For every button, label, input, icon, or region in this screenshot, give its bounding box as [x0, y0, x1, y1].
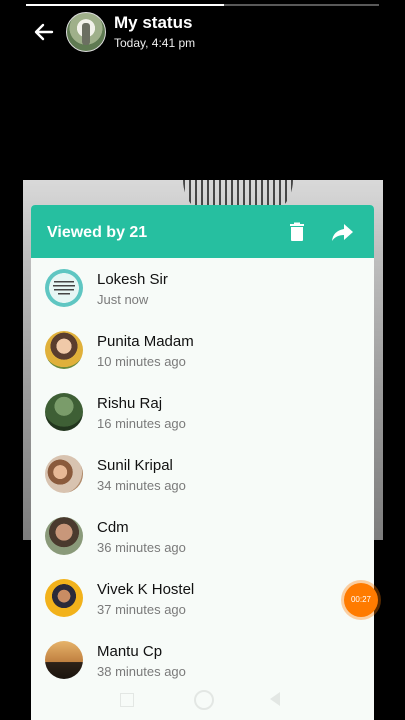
status-progress-bar	[26, 4, 379, 6]
viewer-time: Just now	[97, 292, 149, 307]
viewer-time: 34 minutes ago	[97, 478, 186, 493]
viewer-avatar	[45, 269, 83, 307]
share-forward-icon	[332, 224, 353, 241]
viewer-avatar	[45, 455, 83, 493]
screen-record-timer[interactable]: 00:27	[344, 583, 378, 617]
viewer-time: 36 minutes ago	[97, 540, 186, 555]
list-item[interactable]: Punita Madam 10 minutes ago	[31, 320, 374, 382]
viewer-name: Rishu Raj	[97, 395, 163, 412]
viewer-avatar	[45, 579, 83, 617]
list-item[interactable]: Lokesh Sir Just now	[31, 258, 374, 320]
viewer-name: Punita Madam	[97, 333, 194, 350]
viewer-name: Lokesh Sir	[97, 271, 168, 288]
viewer-name: Cdm	[97, 519, 129, 536]
forward-status-button[interactable]	[329, 220, 355, 244]
viewers-panel-header: Viewed by 21	[31, 205, 374, 258]
viewers-list[interactable]: Lokesh Sir Just now Punita Madam 10 minu…	[31, 258, 374, 688]
viewer-avatar	[45, 641, 83, 679]
viewer-name: Mantu Cp	[97, 643, 163, 660]
recents-icon[interactable]	[120, 693, 134, 707]
viewer-name: Vivek K Hostel	[97, 581, 195, 598]
list-item[interactable]: Cdm 36 minutes ago	[31, 506, 374, 568]
system-nav-bar	[0, 680, 405, 720]
viewer-avatar	[45, 331, 83, 369]
avatar-figure	[82, 23, 90, 45]
status-progress-fill	[26, 4, 224, 6]
viewers-panel: Viewed by 21 Lokesh Sir Just now Punita …	[31, 205, 374, 720]
trash-icon	[290, 222, 304, 241]
viewer-time: 16 minutes ago	[97, 416, 186, 431]
viewer-avatar	[45, 517, 83, 555]
viewer-avatar	[45, 393, 83, 431]
page-title: My status	[114, 13, 193, 32]
status-viewer-screen: My status Today, 4:41 pm Viewed by 21 Lo…	[0, 0, 405, 720]
viewer-time: 38 minutes ago	[97, 664, 186, 679]
list-item[interactable]: Sunil Kripal 34 minutes ago	[31, 444, 374, 506]
viewer-time: 37 minutes ago	[97, 602, 186, 617]
list-item[interactable]: Rishu Raj 16 minutes ago	[31, 382, 374, 444]
status-timestamp: Today, 4:41 pm	[114, 36, 196, 50]
viewer-name: Sunil Kripal	[97, 457, 173, 474]
list-item[interactable]: Vivek K Hostel 37 minutes ago	[31, 568, 374, 630]
avatar[interactable]	[66, 12, 106, 52]
viewers-count-title: Viewed by 21	[47, 224, 148, 241]
arrow-left-icon	[34, 23, 54, 41]
delete-status-button[interactable]	[285, 220, 309, 244]
system-back-icon[interactable]	[270, 692, 280, 706]
text-image-icon	[53, 281, 75, 295]
home-icon[interactable]	[194, 690, 214, 710]
back-button[interactable]	[30, 18, 58, 46]
viewer-time: 10 minutes ago	[97, 354, 186, 369]
